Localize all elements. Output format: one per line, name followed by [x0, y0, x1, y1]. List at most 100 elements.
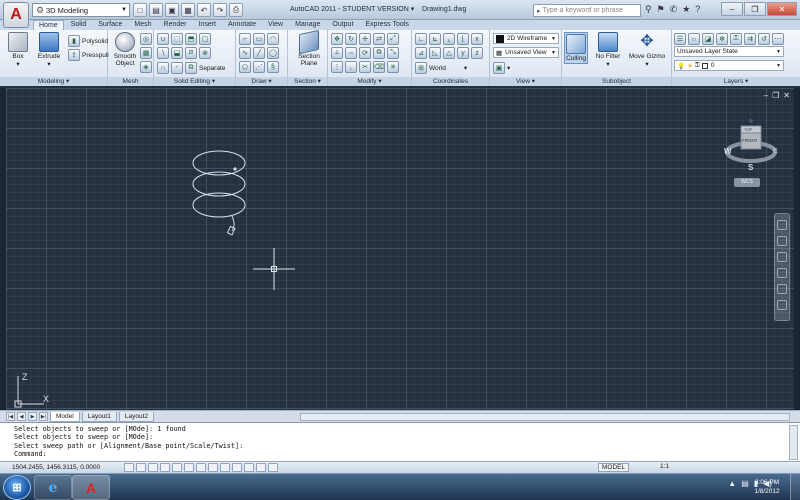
line-icon[interactable]: ╱ [253, 47, 265, 59]
spline-icon[interactable]: ∿ [239, 47, 251, 59]
tab-mesh[interactable]: Mesh [129, 20, 156, 30]
explode-icon[interactable]: ✳ [387, 61, 399, 73]
first-layout-icon[interactable]: |◀ [6, 412, 15, 421]
dyn-toggle[interactable] [220, 463, 230, 472]
move-icon[interactable]: ✛ [359, 33, 371, 45]
title-dropdown-icon[interactable]: ▾ [411, 6, 415, 13]
layer-walk-icon[interactable]: ⋯ [772, 33, 784, 45]
compass-south[interactable]: S [748, 163, 753, 172]
tab-home[interactable]: Home [33, 20, 64, 30]
plot-icon[interactable]: ⎙ [229, 3, 243, 17]
panel-title[interactable]: Solid Editing ▾ [154, 77, 235, 86]
taskbar-autocad[interactable]: A [72, 475, 110, 500]
ucs-face-icon[interactable]: ⊿ [415, 47, 427, 59]
presspull-button[interactable]: ⇪ Presspull [68, 49, 109, 61]
smooth-object-button[interactable]: Smooth Object [111, 32, 139, 67]
last-layout-icon[interactable]: ▶| [39, 412, 48, 421]
polygon-icon[interactable]: ⬠ [239, 61, 251, 73]
tab-express-tools[interactable]: Express Tools [360, 20, 413, 30]
viewport-restore-icon[interactable]: ❐ [772, 91, 779, 100]
viewcube-top-face[interactable]: TOP [744, 127, 752, 132]
tab-solid[interactable]: Solid [66, 20, 92, 30]
fillet-icon[interactable]: ◟ [345, 61, 357, 73]
next-layout-icon[interactable]: ▶ [28, 412, 37, 421]
move-gizmo-button[interactable]: ✥ Move Gizmo ▾ [626, 32, 668, 68]
steeringwheel-icon[interactable] [777, 220, 787, 230]
3dosnap-toggle[interactable] [184, 463, 194, 472]
layer-freeze-icon[interactable]: ❄ [716, 33, 728, 45]
show-hidden-icons-icon[interactable]: ▲ [728, 479, 736, 488]
tab-layout2[interactable]: Layout2 [118, 411, 154, 422]
wcs-menu[interactable]: WCS [734, 178, 760, 187]
search-icon[interactable]: ⚲ [645, 4, 652, 15]
copy-icon[interactable]: ⧉ [373, 47, 385, 59]
helix-icon[interactable]: § [267, 61, 279, 73]
orbit-icon[interactable] [777, 268, 787, 278]
application-menu-button[interactable]: A [3, 2, 29, 28]
communication-icon[interactable]: ✆ [670, 4, 678, 15]
compass-north[interactable]: N [749, 119, 753, 125]
3d-array-icon[interactable]: ⋮ [331, 61, 343, 73]
panel-title[interactable]: Section ▾ [288, 77, 327, 86]
ortho-toggle[interactable] [148, 463, 158, 472]
minimize-button[interactable]: – [721, 2, 743, 16]
redo-icon[interactable]: ↷ [213, 3, 227, 17]
annotation-scale[interactable]: 1:1 [660, 463, 669, 470]
grid-toggle[interactable] [136, 463, 146, 472]
maximize-button[interactable]: ❐ [744, 2, 766, 16]
saved-view-selector[interactable]: ▦ Unsaved View ▼ [493, 47, 559, 58]
panel-title[interactable]: View ▾ [490, 77, 561, 86]
polar-toggle[interactable] [160, 463, 170, 472]
drawing-viewport[interactable]: – ❐ ✕ Z X TOP FRONT N W E S WCS [6, 88, 794, 410]
no-filter-button[interactable]: No Filter ▾ [592, 32, 624, 68]
box-button[interactable]: Box ▾ [6, 32, 30, 68]
snap-toggle[interactable] [124, 463, 134, 472]
separate-button[interactable]: ∩ ◜ ⧉ Separate [157, 62, 225, 74]
panel-title[interactable]: Modeling ▾ [0, 77, 107, 86]
tab-manage[interactable]: Manage [290, 20, 325, 30]
start-button[interactable]: ⊞ [3, 475, 31, 500]
ucs-origin-icon[interactable]: ⌞ [443, 33, 455, 45]
navbar-options-icon[interactable] [777, 300, 787, 310]
tab-output[interactable]: Output [327, 20, 358, 30]
compass-west[interactable]: W [724, 147, 732, 156]
help-search-input[interactable]: ▸ Type a keyword or phrase [533, 4, 641, 17]
circle-icon[interactable]: ◯ [267, 47, 279, 59]
zoom-icon[interactable] [777, 252, 787, 262]
layer-lock-icon[interactable]: ⚿ [730, 33, 742, 45]
visual-style-selector[interactable]: 2D Wireframe ▼ [493, 33, 559, 44]
viewcube-front-face[interactable]: FRONT [742, 138, 758, 143]
helix-geometry[interactable] [186, 143, 256, 238]
ucs-icon[interactable]: ∟ [415, 33, 427, 45]
layer-match-icon[interactable]: ⇉ [744, 33, 756, 45]
interfere-icon[interactable]: ⊗ [199, 47, 211, 59]
close-button[interactable]: ✕ [767, 2, 797, 16]
extrude-faces-icon[interactable]: ⬒ [185, 33, 197, 45]
union-icon[interactable]: ∪ [157, 33, 169, 45]
tab-annotate[interactable]: Annotate [223, 20, 261, 30]
layer-previous-icon[interactable]: ↺ [758, 33, 770, 45]
pan-icon[interactable] [777, 236, 787, 246]
tab-model[interactable]: Model [50, 411, 80, 422]
slice-icon[interactable]: ⧄ [185, 47, 197, 59]
polyline-icon[interactable]: ⌐ [239, 33, 251, 45]
culling-button[interactable]: Culling [564, 32, 588, 64]
ucs-z-icon[interactable]: z [471, 47, 483, 59]
taskbar-clock[interactable]: 3:06 PM 1/8/2012 [745, 478, 789, 496]
mesh-refine-icon[interactable]: ▦ [140, 47, 152, 59]
extract-edges-icon[interactable]: ⬚ [171, 33, 183, 45]
imprint-icon[interactable]: ⬓ [171, 47, 183, 59]
polysolid-button[interactable]: ▮ Polysolid [68, 35, 108, 47]
command-line[interactable]: Select objects to sweep or [MOde]: 1 fou… [0, 422, 800, 461]
prev-layout-icon[interactable]: ◀ [17, 412, 26, 421]
subtract-icon[interactable]: ∖ [157, 47, 169, 59]
save-icon[interactable]: ▣ [165, 3, 179, 17]
tab-insert[interactable]: Insert [193, 20, 221, 30]
rotate-icon[interactable]: ⟳ [359, 47, 371, 59]
ucs-named-selector[interactable]: ⊞ World ▾ [415, 62, 467, 74]
quick-properties-toggle[interactable] [256, 463, 266, 472]
align-icon[interactable]: ⇄ [373, 33, 385, 45]
3d-move-icon[interactable]: ✥ [331, 33, 343, 45]
viewport-close-icon[interactable]: ✕ [783, 91, 790, 100]
viewcube[interactable]: TOP FRONT N W E S WCS [721, 118, 781, 188]
